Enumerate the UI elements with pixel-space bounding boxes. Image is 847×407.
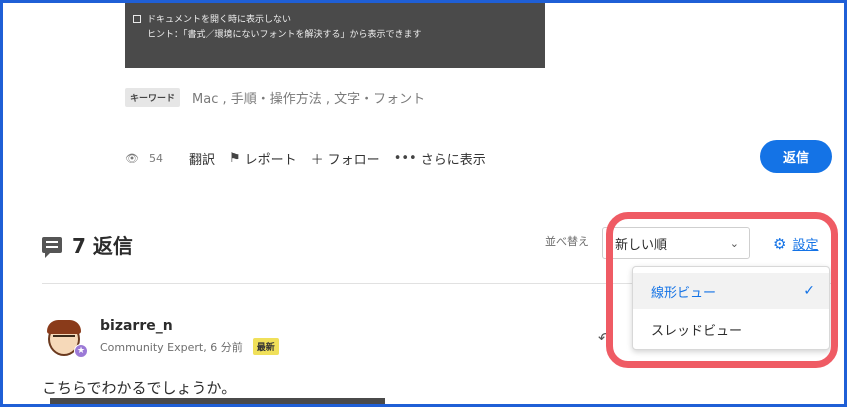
view-count-value: 54	[148, 151, 163, 165]
follow-label: フォロー	[327, 152, 380, 168]
more-button[interactable]: ••• さらに表示	[394, 149, 486, 168]
report-button[interactable]: ⚑ レポート	[229, 149, 297, 168]
avatar-glasses	[53, 335, 75, 342]
role-time: Community Expert, 6 分前	[100, 340, 243, 354]
checkbox-label: ドキュメントを開く時に表示しない	[147, 15, 292, 25]
eye-icon: 👁	[125, 151, 139, 165]
view-menu-item-label: スレッドビュー	[651, 323, 743, 339]
report-label: レポート	[244, 152, 297, 168]
embedded-screenshot: ドキュメントを開く時に表示しない ヒント：「書式／環境にないフォントを解決する」…	[125, 0, 545, 68]
keywords-badge: キーワード	[125, 88, 181, 107]
settings-link[interactable]: ⚙ 設定	[773, 234, 819, 254]
reply-icon[interactable]: ↶	[598, 329, 611, 347]
dont-show-row: ドキュメントを開く時に表示しない	[133, 12, 291, 25]
more-label: さらに表示	[420, 152, 486, 168]
check-icon: ✓	[803, 283, 815, 299]
replies-header: 7 返信	[42, 230, 133, 259]
sort-select[interactable]: 新しい順 ⌄	[602, 227, 750, 259]
avatar-hair	[47, 320, 81, 334]
keywords-row: キーワード Mac , 手順・操作方法 , 文字・フォント	[125, 88, 425, 107]
plus-icon: ＋	[310, 152, 324, 168]
embedded-screenshot-bottom	[50, 398, 385, 407]
gear-icon: ⚙	[773, 234, 787, 253]
sort-label: 並べ替え	[545, 235, 589, 248]
chevron-down-icon: ⌄	[729, 236, 739, 250]
more-icon: •••	[393, 150, 417, 166]
view-menu-item-label: 線形ビュー	[651, 285, 717, 301]
hint-text: ヒント：「書式／環境にないフォントを解決する」から表示できます	[147, 30, 422, 40]
replies-count: 7 返信	[72, 234, 133, 258]
translate-button[interactable]: 翻訳	[189, 149, 215, 168]
translate-label: 翻訳	[188, 152, 215, 168]
view-menu: 線形ビュー ✓ スレッドビュー	[632, 266, 830, 350]
settings-label: 設定	[792, 238, 819, 253]
keywords-list[interactable]: Mac , 手順・操作方法 , 文字・フォント	[192, 88, 425, 107]
post-body: こちらでわかるでしょうか。	[42, 379, 237, 397]
view-menu-item-linear[interactable]: 線形ビュー ✓	[633, 273, 829, 309]
avatar[interactable]: ★	[44, 318, 88, 358]
new-badge: 最新	[252, 338, 279, 355]
sort-value: 新しい順	[615, 237, 668, 253]
comment-icon	[42, 236, 62, 258]
reply-button[interactable]: 返信	[760, 140, 832, 173]
flag-icon: ⚑	[228, 150, 241, 166]
follow-button[interactable]: ＋ フォロー	[311, 149, 380, 168]
star-icon: ★	[74, 344, 88, 358]
post-actions: 👁 54 翻訳 ⚑ レポート ＋ フォロー ••• さらに表示	[125, 149, 500, 168]
view-count: 👁 54	[125, 152, 163, 165]
post-meta: Community Expert, 6 分前 最新	[100, 338, 279, 355]
username[interactable]: bizarre_n	[100, 318, 173, 334]
checkbox-icon	[133, 14, 141, 23]
view-menu-item-threaded[interactable]: スレッドビュー	[633, 311, 829, 347]
